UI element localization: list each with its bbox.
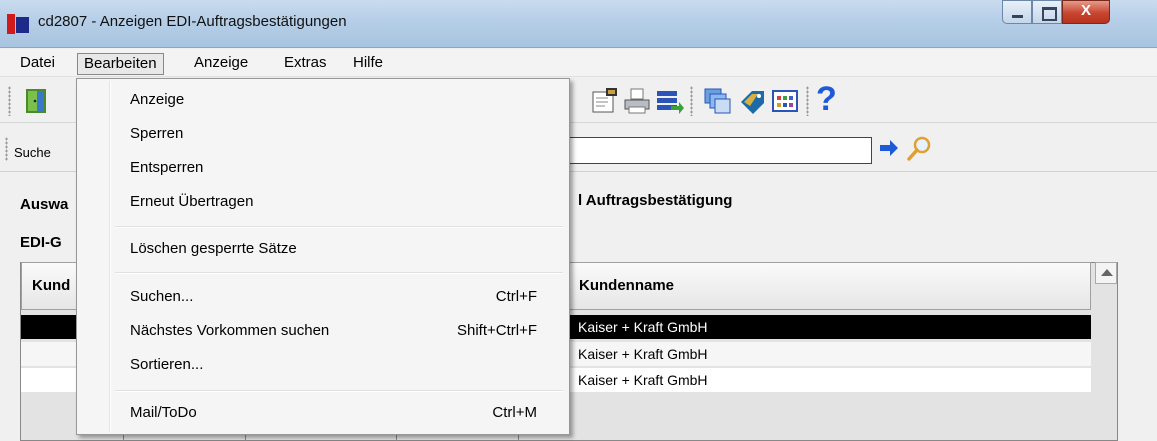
maximize-button[interactable]	[1032, 0, 1062, 24]
close-icon: X	[1080, 2, 1091, 19]
menu-extras[interactable]: Extras	[278, 53, 333, 75]
magnifier-icon[interactable]	[906, 134, 934, 162]
cell-kundenname: Kaiser + Kraft GmbH	[578, 346, 708, 362]
exit-door-icon[interactable]	[22, 86, 52, 116]
menu-item-mail-todo[interactable]: Mail/ToDo Ctrl+M	[79, 398, 567, 428]
app-icon	[7, 14, 29, 34]
searchbar-grip[interactable]	[5, 137, 8, 161]
title-bar: cd2807 - Anzeigen EDI-Auftragsbestätigun…	[0, 0, 1157, 48]
windows-icon[interactable]	[702, 86, 732, 116]
menu-item-label: Löschen gesperrte Sätze	[130, 240, 297, 257]
export-icon[interactable]	[655, 86, 685, 116]
menu-item-erneut-uebertragen[interactable]: Erneut Übertragen	[79, 187, 567, 217]
menu-separator	[115, 390, 563, 392]
column-header-kunde[interactable]: Kund	[21, 262, 81, 310]
tag-icon[interactable]	[738, 86, 768, 116]
menu-item-suchen[interactable]: Suchen... Ctrl+F	[79, 282, 567, 312]
menu-item-label: Mail/ToDo	[130, 404, 197, 421]
menu-item-label: Nächstes Vorkommen suchen	[130, 322, 330, 339]
menu-separator	[115, 272, 563, 274]
menu-item-label: Anzeige	[130, 91, 185, 108]
menu-item-label: Sortieren...	[130, 356, 204, 373]
cell-kundenname: Kaiser + Kraft GmbH	[578, 319, 708, 335]
search-go-icon[interactable]	[878, 137, 900, 159]
menu-item-entsperren[interactable]: Entsperren	[79, 153, 567, 183]
toolbar-grip[interactable]	[8, 86, 11, 116]
menu-item-sortieren[interactable]: Sortieren...	[79, 350, 567, 380]
menu-datei[interactable]: Datei	[14, 53, 61, 75]
menu-item-loeschen-gesperrte-saetze[interactable]: Löschen gesperrte Sätze	[79, 234, 567, 264]
cell-kundenname: Kaiser + Kraft GmbH	[578, 372, 708, 388]
menu-separator	[115, 226, 563, 228]
menu-item-label: Sperren	[130, 125, 184, 142]
toolbar-separator	[690, 86, 693, 116]
minimize-button[interactable]	[1002, 0, 1032, 24]
menu-item-sperren[interactable]: Sperren	[79, 119, 567, 149]
menu-bearbeiten[interactable]: Bearbeiten	[77, 53, 164, 75]
menu-bar: Datei Bearbeiten Anzeige Extras Hilfe	[0, 49, 1157, 77]
column-header-kundenname[interactable]: Kundenname	[568, 262, 1091, 310]
toolbar-separator	[806, 86, 809, 116]
menu-item-shortcut: Ctrl+F	[495, 288, 537, 305]
menu-item-label: Erneut Übertragen	[130, 193, 254, 210]
search-label: Suche	[14, 145, 51, 160]
menu-item-shortcut: Shift+Ctrl+F	[456, 322, 537, 339]
help-icon[interactable]: ?	[816, 82, 846, 116]
window-title: cd2807 - Anzeigen EDI-Auftragsbestätigun…	[38, 13, 347, 30]
table-icon[interactable]	[770, 86, 800, 116]
edi-label: EDI-G	[20, 234, 62, 251]
menu-item-label: Entsperren	[130, 159, 204, 176]
properties-icon[interactable]	[590, 86, 620, 116]
menu-anzeige[interactable]: Anzeige	[188, 53, 254, 75]
scroll-up-button[interactable]	[1095, 262, 1117, 284]
menu-item-shortcut: Ctrl+M	[492, 404, 537, 421]
print-icon[interactable]	[622, 86, 652, 116]
menu-item-anzeige[interactable]: Anzeige	[79, 85, 567, 115]
auftragsbestaetigung-label: l Auftragsbestätigung	[578, 192, 733, 209]
menu-item-naechstes-vorkommen[interactable]: Nächstes Vorkommen suchen Shift+Ctrl+F	[79, 316, 567, 346]
auswahl-label: Auswa	[20, 196, 69, 213]
menu-item-label: Suchen...	[130, 288, 194, 305]
menu-hilfe[interactable]: Hilfe	[347, 53, 389, 75]
bearbeiten-dropdown-menu: Anzeige Sperren Entsperren Erneut Übertr…	[76, 78, 570, 435]
close-button[interactable]: X	[1062, 0, 1110, 24]
